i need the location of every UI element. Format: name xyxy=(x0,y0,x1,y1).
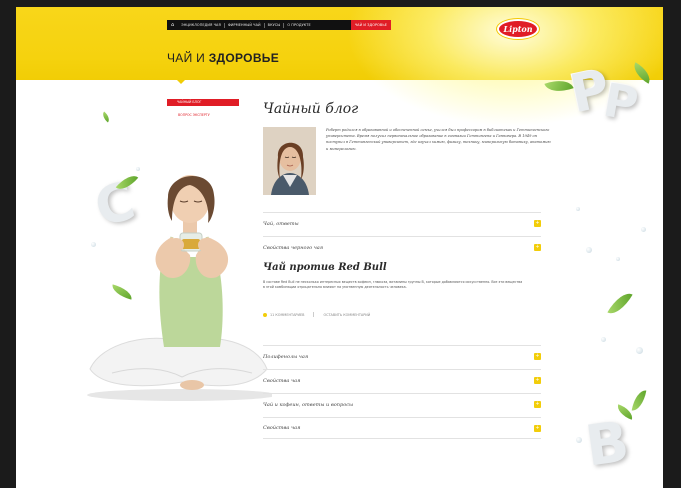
expand-icon[interactable]: + xyxy=(534,353,541,360)
logo-wordmark: Lipton xyxy=(503,24,533,34)
author-bio: Роберт родился в образованной и обеспече… xyxy=(326,128,551,151)
article-title[interactable]: Чай против Red Bull xyxy=(263,262,387,273)
leaf-decoration xyxy=(100,111,112,123)
subnav-tea-blog[interactable]: ЧАЙНЫЙ БЛОГ xyxy=(167,99,239,106)
leaf-decoration xyxy=(607,288,633,319)
decorative-letter-b: B xyxy=(581,409,634,480)
page-title-light: ЧАЙ И xyxy=(167,51,206,65)
expand-icon[interactable]: + xyxy=(534,401,541,408)
page-title-bold: ЗДОРОВЬЕ xyxy=(208,51,280,65)
author-photo xyxy=(263,127,316,195)
water-drop xyxy=(576,207,580,211)
water-drop xyxy=(641,227,646,232)
expand-icon[interactable]: + xyxy=(534,424,541,432)
leaf-decoration xyxy=(631,388,647,413)
accordion-item[interactable]: Свойства чая + xyxy=(263,417,541,439)
title-pointer xyxy=(176,79,186,84)
accordion-item[interactable]: Свойства чая + xyxy=(263,369,541,391)
expand-icon[interactable]: + xyxy=(534,220,541,227)
accordion-item[interactable]: Чай, ответы + xyxy=(263,212,541,234)
accordion-item[interactable]: Чай и кофеин, ответы и вопросы + xyxy=(263,393,541,415)
subnav-ask-expert[interactable]: ВОПРОС ЭКСПЕРТУ xyxy=(178,113,210,117)
comments-count-link[interactable]: 11 КОММЕНТАРИЕВ xyxy=(270,313,304,317)
accordion-item[interactable]: Свойства черного чая + xyxy=(263,236,541,258)
nav-item-about-product[interactable]: О ПРОДУКТЕ xyxy=(284,23,313,27)
accordion-label: Чай, ответы xyxy=(263,220,299,227)
accordion-label: Свойства чая xyxy=(263,377,301,384)
nav-item-flavors[interactable]: ВКУСЫ xyxy=(265,23,284,27)
expand-icon[interactable]: + xyxy=(534,377,541,384)
accordion-label: Чай и кофеин, ответы и вопросы xyxy=(263,401,354,408)
water-drop xyxy=(636,347,643,354)
water-drop xyxy=(601,337,606,342)
woman-drinking-tea-illustration xyxy=(87,175,272,401)
nav-item-tea-health[interactable]: ЧАЙ И ЗДОРОВЬЕ xyxy=(350,20,391,30)
meta-divider xyxy=(313,312,315,317)
comment-icon xyxy=(263,312,267,317)
article-meta: 11 КОММЕНТАРИЕВ ОСТАВИТЬ КОММЕНТАРИЙ xyxy=(263,312,370,317)
expand-icon[interactable]: + xyxy=(534,244,541,251)
water-drop xyxy=(576,437,582,443)
top-navigation: ⌂ ЭНЦИКЛОПЕДИЯ ЧАЯ ФИРМЕННЫЙ ЧАЙ ВКУСЫ О… xyxy=(167,20,391,30)
accordion-label: Свойства чая xyxy=(263,425,301,431)
add-comment-link[interactable]: ОСТАВИТЬ КОММЕНТАРИЙ xyxy=(323,313,370,317)
accordion-label: Свойства черного чая xyxy=(263,244,324,251)
page-title: ЧАЙ И ЗДОРОВЬЕ xyxy=(167,51,279,65)
accordion-item[interactable]: Полифенолы чая + xyxy=(263,345,541,367)
article-excerpt: В составе Red Bull не несколько интересн… xyxy=(263,280,523,290)
water-drop xyxy=(616,257,620,261)
home-icon[interactable]: ⌂ xyxy=(167,22,178,28)
author-portrait xyxy=(263,127,316,195)
nav-item-encyclopedia[interactable]: ЭНЦИКЛОПЕДИЯ ЧАЯ xyxy=(178,23,224,27)
page-canvas: ⌂ ЭНЦИКЛОПЕДИЯ ЧАЯ ФИРМЕННЫЙ ЧАЙ ВКУСЫ О… xyxy=(16,7,663,488)
accordion-label: Полифенолы чая xyxy=(263,353,309,360)
blog-title: Чайный блог xyxy=(263,101,359,117)
water-drop xyxy=(586,247,592,253)
lipton-logo[interactable]: Lipton xyxy=(497,19,539,39)
nav-item-branded-tea[interactable]: ФИРМЕННЫЙ ЧАЙ xyxy=(225,23,264,27)
